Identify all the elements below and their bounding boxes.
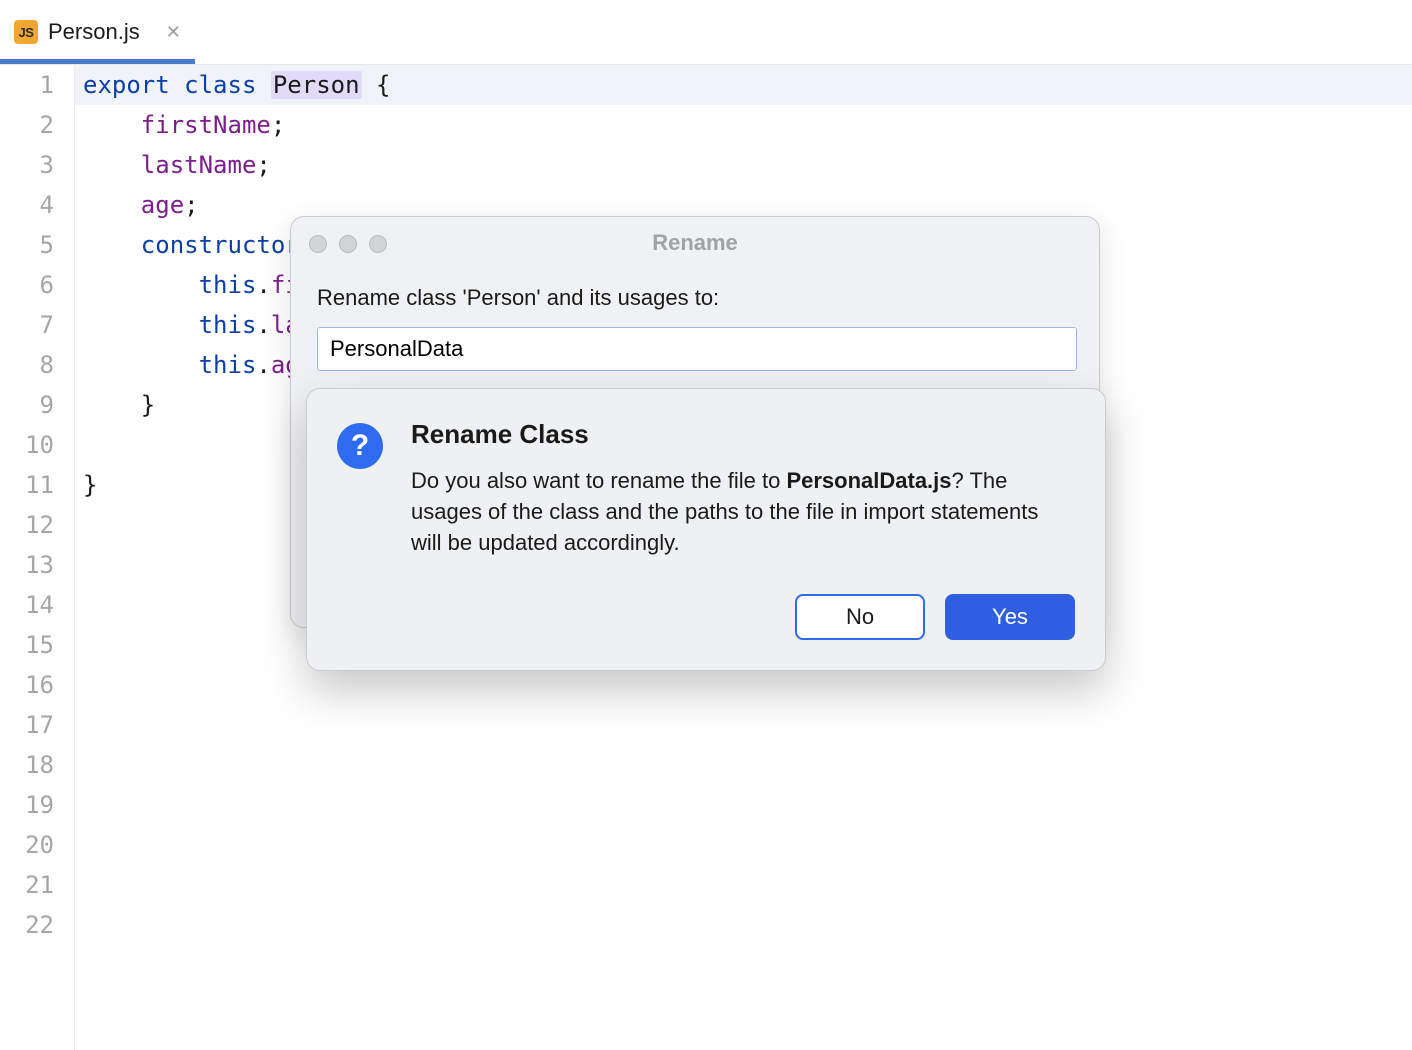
active-tab-indicator — [0, 59, 195, 64]
code-line[interactable] — [75, 905, 1412, 945]
tab-bar: JS Person.js ✕ — [0, 0, 1412, 65]
line-number: 9 — [0, 385, 54, 425]
code-line[interactable] — [75, 705, 1412, 745]
line-number: 13 — [0, 545, 54, 585]
code-line[interactable]: firstName; — [75, 105, 1412, 145]
line-number: 11 — [0, 465, 54, 505]
dialog-titlebar[interactable]: Rename — [291, 217, 1099, 269]
tab-filename: Person.js — [48, 19, 140, 45]
confirm-message: Do you also want to rename the file to P… — [411, 466, 1075, 558]
line-number: 20 — [0, 825, 54, 865]
rename-label: Rename class 'Person' and its usages to: — [317, 285, 1073, 311]
line-number: 21 — [0, 865, 54, 905]
window-minimize-icon[interactable] — [339, 235, 357, 253]
code-line[interactable] — [75, 825, 1412, 865]
line-number: 18 — [0, 745, 54, 785]
line-number: 6 — [0, 265, 54, 305]
rename-input[interactable] — [317, 327, 1077, 371]
line-number: 7 — [0, 305, 54, 345]
no-button[interactable]: No — [795, 594, 925, 640]
line-number: 16 — [0, 665, 54, 705]
js-file-icon: JS — [14, 20, 38, 44]
code-line[interactable]: export class Person { — [75, 65, 1412, 105]
window-controls[interactable] — [309, 235, 387, 253]
code-line[interactable] — [75, 745, 1412, 785]
line-number: 1 — [0, 65, 54, 105]
code-line[interactable] — [75, 785, 1412, 825]
line-number: 5 — [0, 225, 54, 265]
question-icon: ? — [337, 423, 383, 469]
line-number: 3 — [0, 145, 54, 185]
line-number: 12 — [0, 505, 54, 545]
line-number: 4 — [0, 185, 54, 225]
rename-class-confirm-dialog: ? Rename Class Do you also want to renam… — [306, 388, 1106, 671]
window-zoom-icon[interactable] — [369, 235, 387, 253]
line-number: 15 — [0, 625, 54, 665]
dialog-title: Rename — [291, 230, 1099, 256]
code-line[interactable]: lastName; — [75, 145, 1412, 185]
line-number-gutter: 12345678910111213141516171819202122 — [0, 65, 75, 1050]
line-number: 10 — [0, 425, 54, 465]
yes-button[interactable]: Yes — [945, 594, 1075, 640]
line-number: 22 — [0, 905, 54, 945]
line-number: 8 — [0, 345, 54, 385]
line-number: 14 — [0, 585, 54, 625]
file-tab[interactable]: JS Person.js ✕ — [0, 0, 195, 64]
close-tab-icon[interactable]: ✕ — [166, 22, 181, 43]
code-line[interactable] — [75, 865, 1412, 905]
line-number: 19 — [0, 785, 54, 825]
line-number: 2 — [0, 105, 54, 145]
window-close-icon[interactable] — [309, 235, 327, 253]
line-number: 17 — [0, 705, 54, 745]
confirm-title: Rename Class — [411, 419, 1075, 450]
